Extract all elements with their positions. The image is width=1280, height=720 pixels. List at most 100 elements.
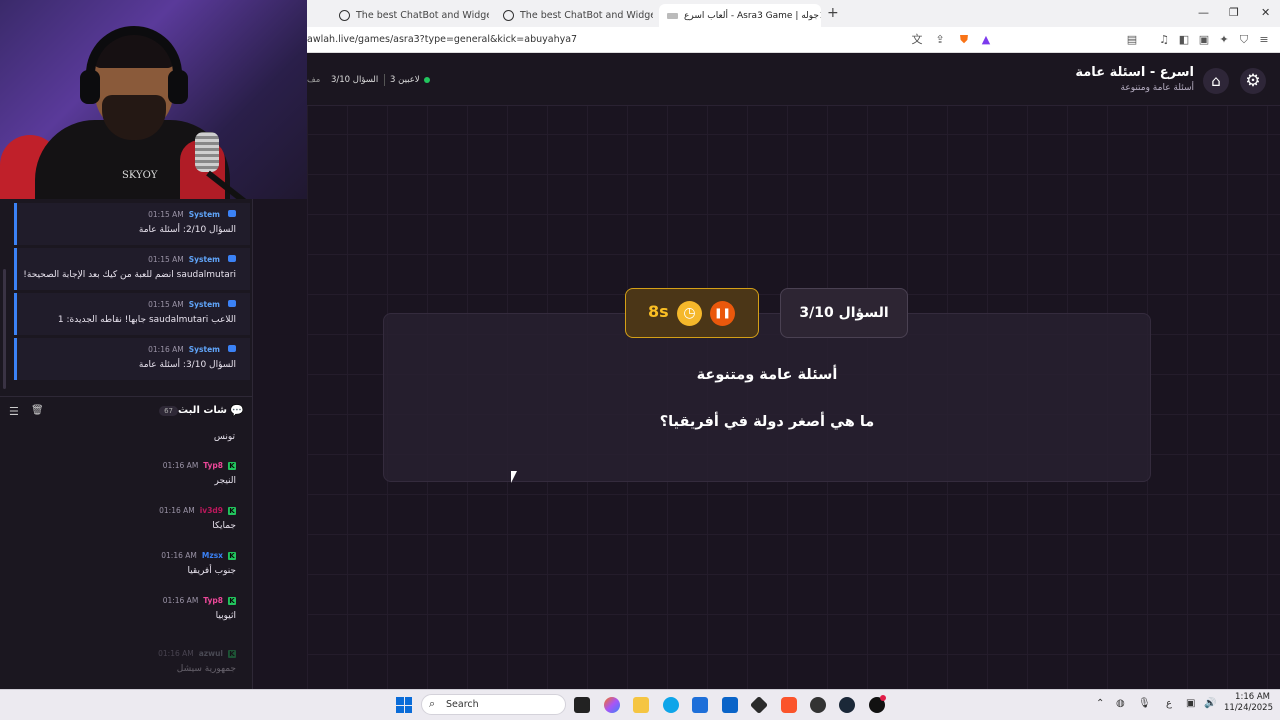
- brave-shield-icon[interactable]: ⛊: [957, 33, 971, 47]
- clock[interactable]: 1:16 AM 11/24/2025: [1224, 692, 1273, 714]
- brave-rewards-icon[interactable]: ▲: [979, 33, 993, 47]
- menu-icon[interactable]: ≡: [1257, 33, 1271, 47]
- kick-icon: K: [228, 596, 236, 605]
- message-text: saudalmutari انضم للعبة من كيك بعد الإجا…: [23, 270, 236, 280]
- tab-title: The best ChatBot and Widgets for Ki: [520, 10, 653, 21]
- message-author[interactable]: Typ8: [203, 461, 223, 470]
- headset-cup-right: [168, 70, 188, 104]
- chat-bubble-icon: [228, 255, 236, 262]
- microphone-tray-icon[interactable]: 🎙: [1138, 698, 1151, 709]
- pause-button[interactable]: ❚❚: [710, 301, 735, 326]
- kick-icon: K: [228, 506, 236, 515]
- media-icon[interactable]: ♫: [1157, 33, 1171, 47]
- chat-bubble-icon: [228, 300, 236, 307]
- system-message: 01:16 AM System السؤال 3/10: أسئلة عامة: [14, 338, 250, 380]
- share-icon[interactable]: ⇪: [933, 33, 947, 47]
- question-number-badge: السؤال 3/10: [780, 288, 908, 338]
- system-message: 01:15 AM System السؤال 2/10: أسئلة عامة: [14, 203, 250, 245]
- online-dot-icon: [423, 77, 430, 83]
- message-text: السؤال 3/10: أسئلة عامة: [138, 360, 236, 370]
- message-time: 01:16 AM: [162, 461, 199, 470]
- reader-mode-icon[interactable]: ▤: [1125, 33, 1139, 47]
- game-title: اسرع - اسئلة عامة: [1075, 65, 1194, 80]
- wallet-icon[interactable]: ▣: [1197, 33, 1211, 47]
- browser-tab[interactable]: The best ChatBot and Widgets for Ki: [331, 4, 489, 27]
- outlook-icon[interactable]: [722, 697, 738, 713]
- message-meta: 01:16 AM azwul K: [158, 649, 236, 658]
- copilot-icon[interactable]: [604, 697, 620, 713]
- settings-button[interactable]: ⚙: [1240, 68, 1266, 94]
- message-text: اثيوبيا: [215, 611, 236, 621]
- task-view-icon[interactable]: [574, 697, 590, 713]
- taskbar-search[interactable]: Search: [421, 694, 566, 715]
- language-indicator[interactable]: ع: [1166, 698, 1172, 709]
- tab-favicon-icon: [503, 10, 514, 21]
- translate-icon[interactable]: 文: [910, 33, 924, 47]
- message-author: System: [188, 255, 220, 264]
- vpn-icon[interactable]: ⛉: [1237, 33, 1251, 47]
- app-icon[interactable]: [810, 697, 826, 713]
- home-button[interactable]: ⌂: [1203, 68, 1229, 94]
- microphone-icon: [195, 132, 219, 172]
- message-author[interactable]: azwul: [199, 649, 223, 658]
- tray-app-icon[interactable]: ◍: [1116, 698, 1125, 709]
- message-meta: 01:16 AM iv3d9 K: [159, 506, 236, 515]
- tray-overflow-icon[interactable]: ⌃: [1096, 698, 1104, 709]
- clock-icon: ◷: [677, 301, 702, 326]
- tab-favicon-icon: [339, 10, 350, 21]
- address-bar[interactable]: awlah.live/games/asra3?type=general&kick…: [307, 27, 1280, 53]
- chat-message-text: تونس: [213, 432, 235, 442]
- header-divider: [384, 74, 385, 86]
- url-text[interactable]: awlah.live/games/asra3?type=general&kick…: [307, 34, 577, 45]
- chat-bubble-icon: [228, 345, 236, 352]
- message-author: System: [188, 210, 220, 219]
- trash-icon[interactable]: 🗑: [31, 405, 44, 416]
- chat-count-badge: 67: [159, 406, 178, 416]
- message-time: 01:15 AM: [148, 255, 184, 264]
- message-meta: 01:16 AM Mzsx K: [161, 551, 236, 560]
- clock-date: 11/24/2025: [1224, 703, 1273, 713]
- game-subtitle: أسئلة عامة ومتنوعة: [1120, 83, 1195, 93]
- scrollbar[interactable]: [3, 269, 6, 389]
- browser-tab-active[interactable]: ألعاب اسرع - Asra3 Game | جوله ✕: [659, 4, 821, 27]
- question-card: [383, 313, 1151, 482]
- new-tab-button[interactable]: +: [827, 5, 839, 21]
- message-time: 01:16 AM: [159, 506, 195, 515]
- message-author[interactable]: iv3d9: [200, 506, 223, 515]
- message-meta: 01:16 AM Typ8 K: [163, 596, 236, 605]
- mouse-cursor-icon: [511, 471, 523, 483]
- steam-icon[interactable]: [839, 697, 855, 713]
- message-time: 01:16 AM: [158, 649, 194, 658]
- minimize-button[interactable]: —: [1198, 6, 1209, 19]
- message-author[interactable]: Mzsx: [202, 551, 223, 560]
- kick-icon: K: [228, 551, 236, 560]
- webcam-overlay: SKYOY: [0, 0, 307, 199]
- players-label: 3 لاعبين: [390, 75, 420, 85]
- maximize-button[interactable]: ❐: [1229, 6, 1239, 19]
- windows-start-icon[interactable]: [396, 697, 412, 713]
- message-author: System: [188, 300, 220, 309]
- file-explorer-icon[interactable]: [633, 697, 649, 713]
- message-text: السؤال 2/10: أسئلة عامة: [138, 225, 236, 235]
- network-icon[interactable]: ▣: [1186, 698, 1195, 709]
- store-icon[interactable]: [692, 697, 708, 713]
- chat-title: شات البث: [178, 405, 227, 416]
- message-text: جنوب أفريقيا: [187, 566, 236, 576]
- message-author[interactable]: Typ8: [203, 596, 223, 605]
- message-meta: 01:15 AM System: [148, 210, 236, 219]
- system-message: 01:15 AM System saudalmutari انضم للعبة …: [14, 248, 250, 290]
- sidebar-toggle-icon[interactable]: ◧: [1177, 33, 1191, 47]
- close-tab-icon[interactable]: ✕: [819, 9, 821, 22]
- leo-ai-icon[interactable]: ✦: [1217, 33, 1231, 47]
- volume-icon[interactable]: 🔊: [1204, 698, 1216, 709]
- home-icon: ⌂: [1211, 72, 1221, 90]
- browser-tab[interactable]: The best ChatBot and Widgets for Ki: [495, 4, 653, 27]
- close-window-button[interactable]: ✕: [1261, 6, 1270, 19]
- browser-tab-bar: The best ChatBot and Widgets for Ki The …: [307, 0, 1280, 27]
- edge-icon[interactable]: [663, 697, 679, 713]
- chat-bubble-icon: [228, 210, 236, 217]
- chat-icon: 💬: [230, 404, 244, 417]
- brave-icon[interactable]: [781, 697, 797, 713]
- list-view-icon[interactable]: ☰: [9, 405, 19, 418]
- game-header: اسرع - اسئلة عامة أسئلة عامة ومتنوعة ⌂ ⚙: [307, 54, 1280, 106]
